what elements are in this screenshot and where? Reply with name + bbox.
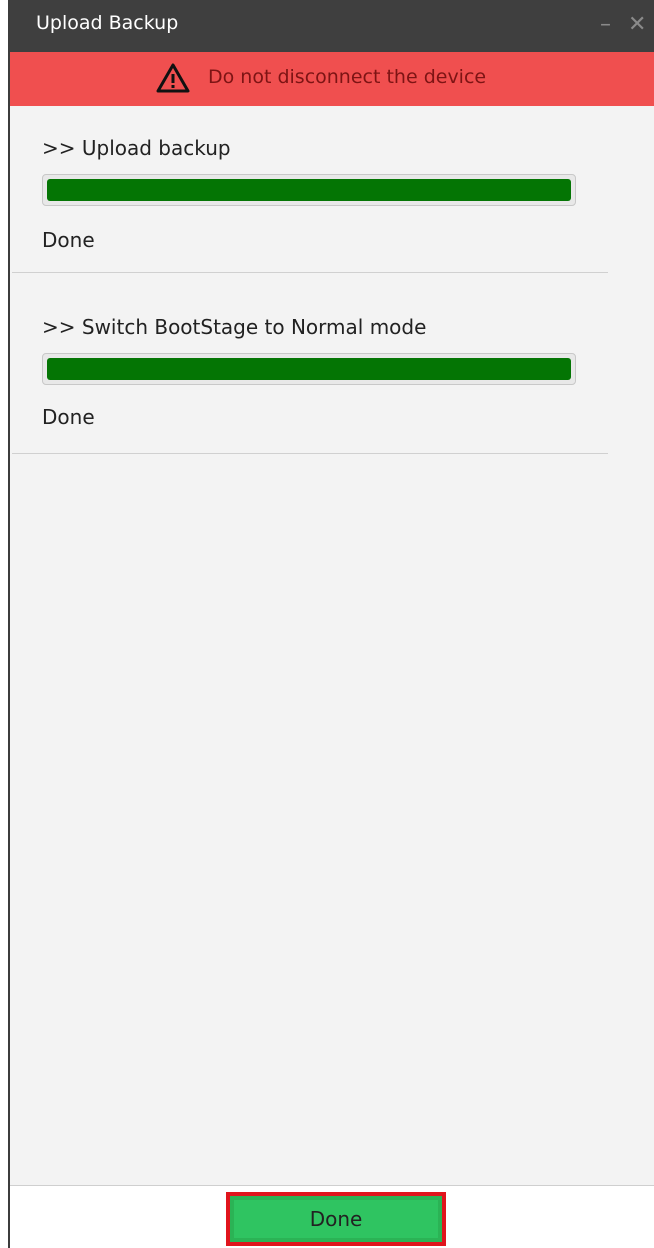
warning-triangle-icon — [156, 63, 190, 93]
progress-bar — [42, 174, 576, 206]
upload-backup-window: Upload Backup – ✕ Do not disconnect the … — [8, 0, 654, 1248]
title-bar: Upload Backup – ✕ — [10, 0, 654, 52]
warning-text: Do not disconnect the device — [208, 66, 487, 88]
warning-banner: Do not disconnect the device — [10, 52, 654, 106]
step-title: >> Upload backup — [42, 136, 231, 160]
step-status: Done — [42, 228, 95, 252]
step-upload-backup: >> Upload backup Done — [10, 106, 606, 272]
minimize-icon[interactable]: – — [600, 10, 611, 40]
done-button-label: Done — [234, 1200, 438, 1238]
progress-fill — [47, 358, 571, 380]
window-title: Upload Backup — [36, 12, 179, 34]
close-icon[interactable]: ✕ — [628, 10, 646, 40]
step-title: >> Switch BootStage to Normal mode — [42, 315, 427, 339]
divider — [12, 453, 608, 454]
step-switch-bootstage: >> Switch BootStage to Normal mode Done — [10, 273, 606, 453]
progress-bar — [42, 353, 576, 385]
done-button[interactable]: Done — [226, 1192, 446, 1246]
footer: Done — [10, 1185, 654, 1248]
step-status: Done — [42, 405, 95, 429]
progress-fill — [47, 179, 571, 201]
